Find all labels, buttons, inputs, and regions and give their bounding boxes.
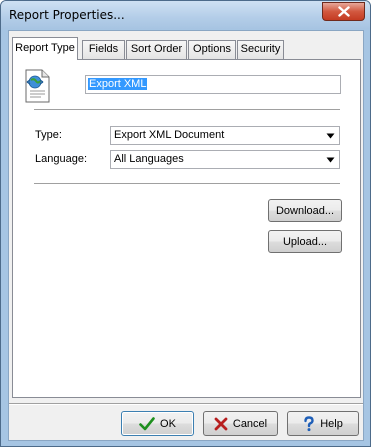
report-type-panel: Export XML Type: Export XML Document Lan… xyxy=(12,59,361,398)
type-dropdown[interactable]: Export XML Document xyxy=(110,126,340,145)
dialog-client-area: Report Type Fields Sort Order Options Se… xyxy=(8,30,364,441)
ok-button[interactable]: OK xyxy=(121,411,194,436)
tab-fields[interactable]: Fields xyxy=(82,40,125,59)
window-title: Report Properties... xyxy=(9,8,125,22)
report-name-input[interactable]: Export XML xyxy=(85,75,341,94)
tab-label: Fields xyxy=(88,43,119,55)
dropdown-arrow-icon[interactable] xyxy=(322,127,339,144)
tab-label: Sort Order xyxy=(130,43,183,55)
tab-security[interactable]: Security xyxy=(237,40,284,59)
report-properties-window: Report Properties... Report Type Fields … xyxy=(0,0,371,447)
tab-label: Report Type xyxy=(15,42,75,54)
upload-label: Upload... xyxy=(282,235,328,248)
help-label: Help xyxy=(320,417,343,430)
close-icon xyxy=(337,6,350,17)
upload-button[interactable]: Upload... xyxy=(268,230,342,253)
cancel-label: Cancel xyxy=(232,417,268,430)
tab-label: Options xyxy=(193,43,231,55)
dropdown-arrow-icon[interactable] xyxy=(322,151,339,168)
language-label: Language: xyxy=(35,153,87,165)
tab-label: Security xyxy=(240,43,281,55)
tab-report-type[interactable]: Report Type xyxy=(12,37,78,60)
language-dropdown[interactable]: All Languages xyxy=(110,150,340,169)
tab-options[interactable]: Options xyxy=(188,40,236,59)
language-value: All Languages xyxy=(114,153,184,165)
separator xyxy=(34,183,340,185)
tab-sort-order[interactable]: Sort Order xyxy=(126,40,187,59)
type-value: Export XML Document xyxy=(114,129,225,141)
checkmark-icon xyxy=(139,416,155,430)
download-button[interactable]: Download... xyxy=(268,199,342,222)
footer-separator xyxy=(9,403,363,405)
xml-document-icon xyxy=(25,69,50,103)
title-bar[interactable]: Report Properties... xyxy=(1,1,370,29)
cancel-button[interactable]: Cancel xyxy=(203,411,278,436)
report-name-value: Export XML xyxy=(88,78,148,90)
ok-label: OK xyxy=(160,417,176,430)
download-label: Download... xyxy=(275,204,335,217)
cancel-x-icon xyxy=(214,417,228,430)
separator xyxy=(34,109,340,111)
close-button[interactable] xyxy=(322,2,365,21)
help-question-icon xyxy=(304,415,314,431)
help-button[interactable]: Help xyxy=(287,411,359,436)
type-label: Type: xyxy=(35,129,62,141)
